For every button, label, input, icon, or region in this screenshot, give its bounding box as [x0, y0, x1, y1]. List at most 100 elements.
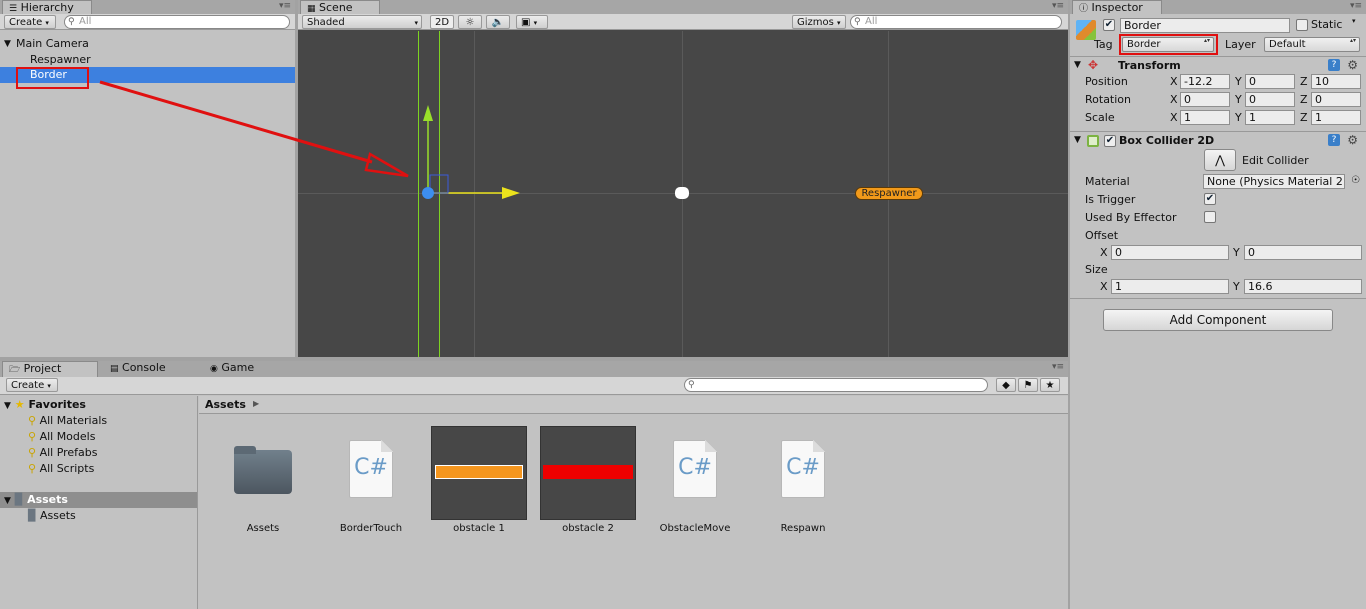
filter-label-button[interactable]: ⚑ [1018, 378, 1038, 392]
object-picker-icon[interactable]: ☉ [1351, 175, 1360, 186]
gizmos-dropdown[interactable]: Gizmos ▾ [792, 15, 846, 29]
tab-inspector-label: Inspector [1091, 1, 1143, 14]
position-z-field[interactable]: 10 [1311, 74, 1361, 89]
camera-icon[interactable] [675, 187, 689, 199]
create-button[interactable]: Create ▾ [6, 378, 58, 392]
folder-icon: ▉ [14, 493, 24, 506]
position-x-field[interactable]: -12.2 [1180, 74, 1230, 89]
asset-item-sprite[interactable]: obstacle 1 [431, 426, 527, 538]
favorite-item[interactable]: ⚲ All Materials [28, 413, 107, 429]
asset-name: obstacle 1 [453, 523, 505, 534]
scale-z-field[interactable]: 1 [1311, 110, 1361, 125]
csharp-file-icon: C# [349, 440, 393, 498]
box-collider-title: Box Collider 2D [1119, 134, 1215, 147]
move-gizmo[interactable] [416, 97, 526, 207]
project-toolbar: Create ▾ ⚲ ◆ ⚑ ★ [0, 377, 1068, 395]
box-collider-header[interactable]: ▼ ✔ Box Collider 2D ? ⚙ [1070, 131, 1366, 149]
rotation-y-field[interactable]: 0 [1245, 92, 1295, 107]
tab-inspector[interactable]: ⓘ Inspector [1072, 0, 1162, 14]
breadcrumb-item[interactable]: Assets [205, 398, 246, 411]
panel-menu-icon[interactable]: ▾≡ [1052, 362, 1064, 372]
active-checkbox[interactable]: ✔ [1103, 19, 1115, 31]
scale-label: Scale [1085, 111, 1115, 124]
material-field[interactable]: None (Physics Material 2 [1203, 174, 1345, 189]
scale-y-field[interactable]: 1 [1245, 110, 1295, 125]
size-x-field[interactable]: 1 [1111, 279, 1229, 294]
sprite-preview [435, 465, 523, 479]
layer-dropdown[interactable]: Default [1264, 37, 1360, 52]
box-collider-enabled-checkbox[interactable]: ✔ [1104, 135, 1116, 147]
axis-y-label: Y [1235, 111, 1242, 124]
panel-menu-icon[interactable]: ▾≡ [1052, 1, 1064, 11]
project-tree: ▼ ★ Favorites ⚲ All Materials ⚲ All Mode… [0, 396, 198, 609]
transform-header[interactable]: ▼ ✥ Transform ? ⚙ [1070, 56, 1366, 74]
asset-item-sprite[interactable]: obstacle 2 [540, 426, 636, 538]
help-icon[interactable]: ? [1328, 59, 1340, 71]
layer-value: Default [1269, 39, 1306, 50]
add-component-button[interactable]: Add Component [1103, 309, 1333, 331]
axis-z-label: Z [1300, 93, 1308, 106]
filter-type-icon: ◆ [1002, 380, 1010, 391]
scale-x-field[interactable]: 1 [1180, 110, 1230, 125]
field-value: None (Physics Material 2 [1207, 175, 1343, 188]
tab-game[interactable]: ◉ Game [204, 361, 294, 377]
effects-dropdown[interactable]: ▣ ▾ [516, 15, 548, 29]
gear-icon[interactable]: ⚙ [1347, 133, 1358, 147]
favorite-button[interactable]: ★ [1040, 378, 1060, 392]
field-value: 1 [1315, 111, 1322, 124]
field-value: 0 [1184, 93, 1191, 106]
foldout-arrow-icon: ▼ [1074, 135, 1081, 145]
help-icon[interactable]: ? [1328, 134, 1340, 146]
field-value: 10 [1315, 75, 1329, 88]
inspector-panel: ⓘ Inspector ▾≡ ✔ Border Static ▾ Tag Bor… [1070, 0, 1366, 609]
favorite-label: All Models [39, 430, 96, 443]
favorite-item[interactable]: ⚲ All Scripts [28, 461, 94, 477]
asset-item-folder[interactable]: Assets [215, 426, 311, 538]
inspector-tabbar: ⓘ Inspector ▾≡ [1070, 0, 1366, 14]
breadcrumb: Assets ▶ [199, 396, 1068, 414]
offset-y-field[interactable]: 0 [1244, 245, 1362, 260]
tab-project[interactable]: 🗁 Project [2, 361, 98, 377]
panel-menu-icon[interactable]: ▾≡ [1350, 1, 1362, 11]
asset-item-script[interactable]: C# BorderTouch [323, 426, 419, 538]
field-value: 0 [1249, 93, 1256, 106]
offset-x-field[interactable]: 0 [1111, 245, 1229, 260]
folder-icon [215, 426, 311, 520]
edit-collider-label: Edit Collider [1242, 154, 1309, 167]
create-label: Create [11, 380, 45, 391]
is-trigger-checkbox[interactable]: ✔ [1204, 193, 1216, 205]
respawner-badge[interactable]: Respawner [855, 187, 923, 200]
size-y-field[interactable]: 16.6 [1244, 279, 1362, 294]
used-by-effector-checkbox[interactable] [1204, 211, 1216, 223]
field-value: 0 [1248, 246, 1255, 259]
info-icon: ⓘ [1079, 4, 1089, 14]
filter-type-button[interactable]: ◆ [996, 378, 1016, 392]
gear-icon[interactable]: ⚙ [1347, 58, 1358, 72]
edit-collider-icon: ⋀ [1215, 153, 1225, 167]
console-icon: ▤ [110, 364, 119, 374]
toggle-2d-button[interactable]: 2D [430, 15, 454, 29]
asset-item-script[interactable]: C# ObstacleMove [647, 426, 743, 538]
asset-item-script[interactable]: C# Respawn [755, 426, 851, 538]
static-dropdown-icon[interactable]: ▾ [1352, 17, 1356, 25]
favorite-item[interactable]: ⚲ All Prefabs [28, 445, 98, 461]
assets-child[interactable]: ▉ Assets [28, 508, 76, 524]
object-name-field[interactable]: Border [1120, 18, 1290, 33]
static-checkbox[interactable] [1296, 19, 1308, 31]
rotation-z-field[interactable]: 0 [1311, 92, 1361, 107]
used-by-effector-label: Used By Effector [1085, 211, 1177, 224]
edit-collider-button[interactable]: ⋀ [1204, 149, 1236, 171]
favorite-item[interactable]: ⚲ All Models [28, 429, 95, 445]
scene-search-input[interactable]: ⚲ All [850, 15, 1062, 29]
project-search-input[interactable]: ⚲ [684, 378, 988, 392]
annotation-arrow [99, 80, 409, 178]
position-y-field[interactable]: 0 [1245, 74, 1295, 89]
audio-toggle[interactable]: 🔈 [486, 15, 510, 29]
lighting-toggle[interactable]: ☼ [458, 15, 482, 29]
favorites-header[interactable]: ▼ ★ Favorites [4, 397, 86, 413]
image-icon: ▣ [521, 17, 531, 28]
rotation-x-field[interactable]: 0 [1180, 92, 1230, 107]
assets-root[interactable]: ▼ ▉ Assets [0, 492, 197, 508]
tab-console[interactable]: ▤ Console [104, 361, 194, 377]
transform-title: Transform [1118, 59, 1181, 72]
